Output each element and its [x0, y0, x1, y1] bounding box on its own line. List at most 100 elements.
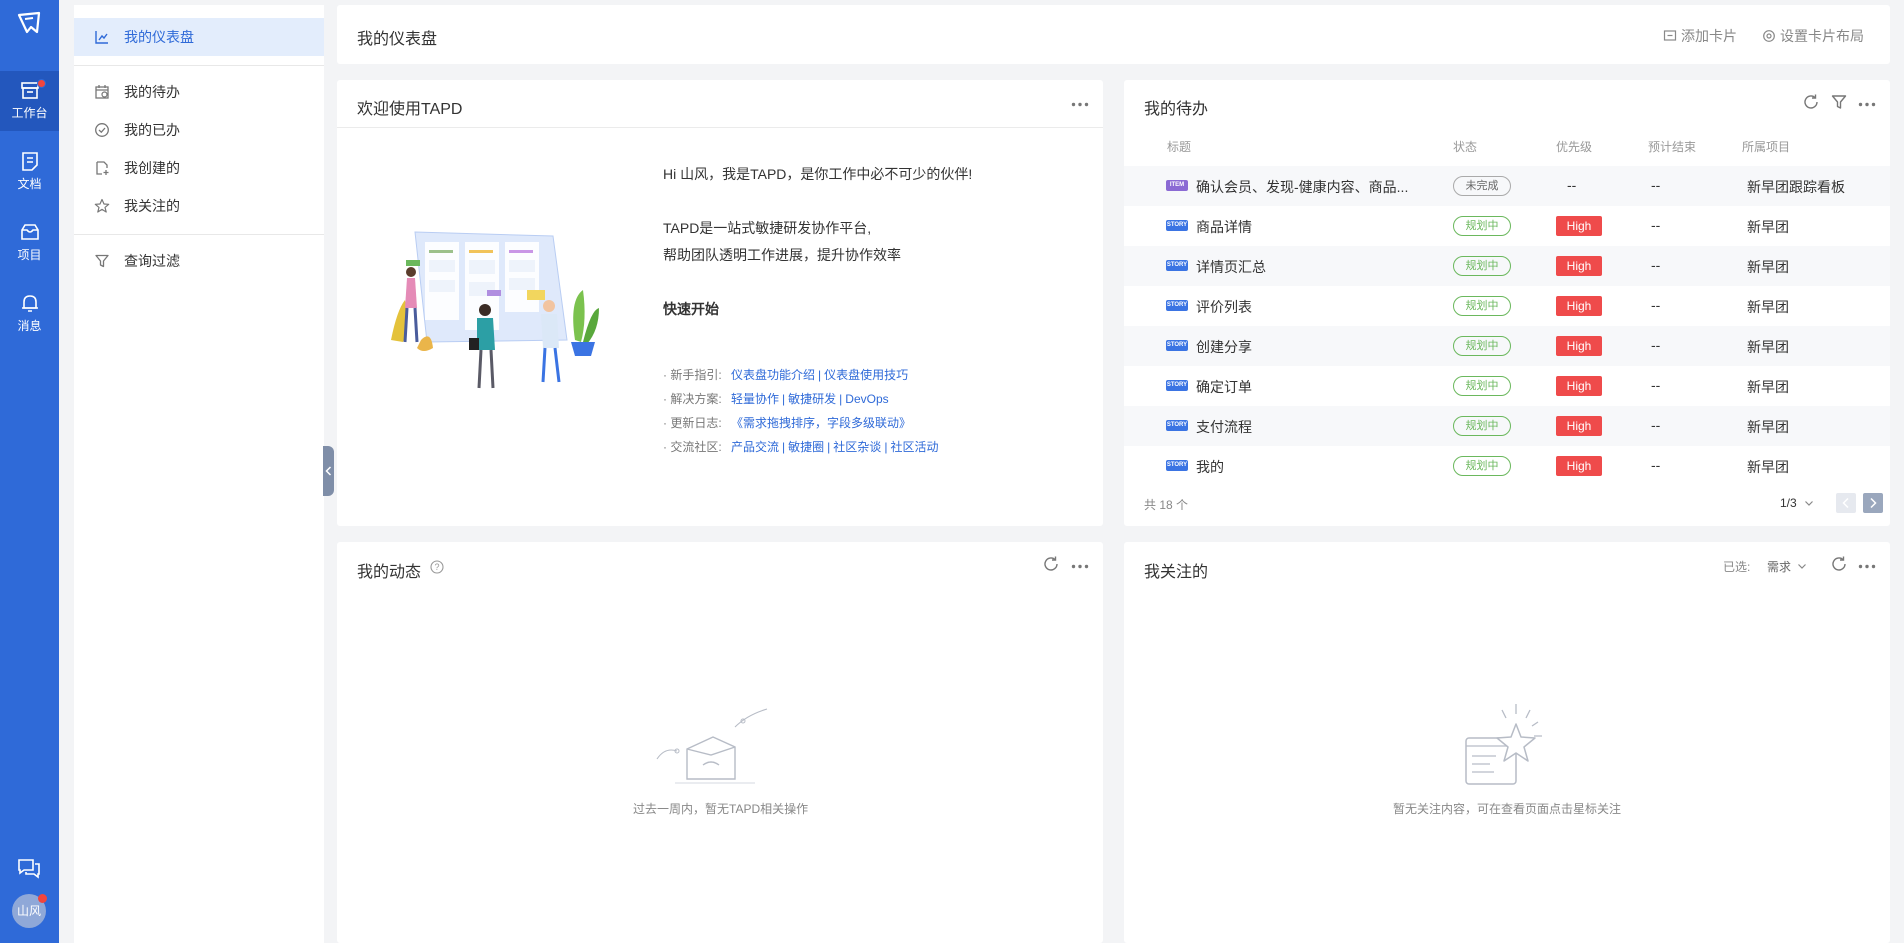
link-community-events[interactable]: 社区活动: [890, 440, 938, 454]
chevron-down-icon: [1805, 501, 1813, 506]
priority-badge: High: [1556, 376, 1602, 396]
link-changelog[interactable]: 《需求拖拽排序，字段多级联动》: [731, 416, 911, 430]
end-date: --: [1651, 377, 1661, 393]
link-dashboard-tips[interactable]: 仪表盘使用技巧: [824, 368, 908, 382]
status-badge: 规划中: [1453, 296, 1511, 316]
check-circle-icon: [95, 123, 109, 137]
status-badge: 未完成: [1453, 176, 1511, 196]
create-doc-icon: [96, 161, 109, 175]
activity-empty-text: 过去一周内，暂无TAPD相关操作: [633, 802, 809, 816]
link-devops[interactable]: DevOps: [845, 392, 888, 406]
chevron-left-icon: [1842, 497, 1849, 509]
welcome-greeting: Hi 山风，我是TAPD，是你工作中必不可少的伙伴!: [663, 166, 973, 182]
card-layout-button[interactable]: 设置卡片布局: [1762, 26, 1864, 46]
nav-workbench[interactable]: 工作台: [0, 71, 59, 131]
user-avatar[interactable]: 山风: [12, 894, 47, 928]
welcome-card-title: 欢迎使用TAPD: [357, 101, 463, 118]
todo-row[interactable]: ITEM 确认会员、发现-健康内容、商品... 未完成 -- -- 新早团跟踪看…: [1124, 166, 1890, 206]
empty-box-illustration: [656, 708, 768, 784]
story-tag: STORY: [1166, 260, 1188, 271]
dashboard-chart-icon: [95, 31, 108, 44]
story-tag: STORY: [1166, 380, 1188, 391]
more-icon[interactable]: [1858, 564, 1876, 569]
project-name: 新早团: [1747, 259, 1789, 275]
card-layout-label: 设置卡片布局: [1780, 28, 1864, 44]
story-tag: STORY: [1166, 340, 1188, 351]
link-dashboard-intro[interactable]: 仪表盘功能介绍: [731, 368, 815, 382]
menu-divider: [74, 234, 324, 235]
priority-value: --: [1567, 177, 1577, 193]
quick-link-row-changelog: · 更新日志: 《需求拖拽排序，字段多级联动》: [663, 414, 911, 431]
refresh-icon[interactable]: [1802, 93, 1820, 111]
menu-item-following[interactable]: 我关注的: [74, 187, 324, 225]
todo-row[interactable]: STORY 支付流程 规划中 High -- 新早团: [1124, 406, 1890, 446]
type-select-value: 需求: [1767, 560, 1792, 574]
nav-docs-label: 文档: [17, 177, 42, 191]
todo-title: 确认会员、发现-健康内容、商品...: [1196, 179, 1409, 195]
priority-badge: High: [1556, 216, 1602, 236]
quick-link-prefix: · 交流社区:: [663, 440, 722, 454]
project-name: 新早团: [1747, 339, 1789, 355]
welcome-card: 欢迎使用TAPD Hi 山风，我是TAPD，是你工作中必不可少的伙伴! TAPD…: [337, 80, 1103, 526]
type-select[interactable]: 需求: [1767, 558, 1807, 575]
project-name: 新早团: [1747, 379, 1789, 395]
link-agile-circle[interactable]: 敏捷圈: [788, 440, 824, 454]
todo-title: 支付流程: [1196, 419, 1252, 435]
story-tag: STORY: [1166, 220, 1188, 231]
following-card-title: 我关注的: [1144, 564, 1209, 581]
todo-row[interactable]: STORY 评价列表 规划中 High -- 新早团: [1124, 286, 1890, 326]
more-icon[interactable]: [1071, 102, 1089, 107]
help-icon[interactable]: ?: [430, 560, 444, 574]
tapd-logo-icon[interactable]: [16, 10, 42, 36]
refresh-icon[interactable]: [1830, 555, 1848, 573]
todo-row[interactable]: STORY 我的 规划中 High -- 新早团: [1124, 446, 1890, 486]
filter-icon[interactable]: [1830, 93, 1848, 111]
nav-messages-label: 消息: [17, 319, 42, 333]
menu-item-todo[interactable]: 我的待办: [74, 73, 324, 111]
priority-badge: High: [1556, 456, 1602, 476]
more-icon[interactable]: [1858, 102, 1876, 107]
link-product-talk[interactable]: 产品交流: [731, 440, 779, 454]
welcome-intro-line1: TAPD是一站式敏捷研发协作平台,: [663, 220, 872, 236]
link-agile-dev[interactable]: 敏捷研发: [788, 392, 836, 406]
menu-item-label: 我关注的: [124, 198, 180, 214]
document-icon: [21, 152, 38, 171]
project-name: 新早团: [1747, 219, 1789, 235]
notification-badge: [37, 79, 46, 88]
link-separator: |: [818, 368, 822, 382]
menu-item-dashboard[interactable]: 我的仪表盘: [74, 18, 324, 56]
following-card: 我关注的 已选: 需求 暂无关注内容，可在查看页面点击星标关注: [1124, 542, 1890, 943]
card-header-divider: [337, 127, 1103, 128]
menu-item-filter[interactable]: 查询过滤: [74, 242, 324, 280]
add-card-label: 添加卡片: [1681, 28, 1737, 44]
nav-project[interactable]: 项目: [0, 213, 59, 273]
link-separator: |: [884, 440, 888, 454]
more-icon[interactable]: [1071, 564, 1089, 569]
menu-item-done[interactable]: 我的已办: [74, 111, 324, 149]
prev-page-button[interactable]: [1836, 493, 1856, 513]
todo-card: 我的待办 标题 状态 优先级 预计结束 所属项目 ITEM 确认会员、发现-健康…: [1124, 80, 1890, 526]
page-selector[interactable]: 1/3: [1780, 496, 1814, 510]
todo-row[interactable]: STORY 详情页汇总 规划中 High -- 新早团: [1124, 246, 1890, 286]
quick-link-prefix: · 更新日志:: [663, 416, 722, 430]
todo-calendar-icon: [95, 85, 109, 99]
menu-item-created[interactable]: 我创建的: [74, 149, 324, 187]
refresh-icon[interactable]: [1042, 555, 1060, 573]
menu-item-label: 我创建的: [124, 160, 180, 176]
todo-row[interactable]: STORY 确定订单 规划中 High -- 新早团: [1124, 366, 1890, 406]
todo-title: 详情页汇总: [1196, 259, 1266, 275]
side-menu: 我的仪表盘 我的待办 我的已办 我创建的 我关注的 查询过滤: [74, 5, 324, 943]
end-date: --: [1651, 297, 1661, 313]
link-community-chat[interactable]: 社区杂谈: [833, 440, 881, 454]
nav-messages[interactable]: 消息: [0, 284, 59, 344]
chat-icon[interactable]: [16, 855, 42, 881]
add-card-button[interactable]: 添加卡片: [1663, 26, 1737, 46]
quick-link-prefix: · 解决方案:: [663, 392, 722, 406]
svg-text:?: ?: [434, 562, 439, 572]
link-light-collab[interactable]: 轻量协作: [731, 392, 779, 406]
collapse-sidebar-handle[interactable]: [323, 446, 334, 496]
nav-docs[interactable]: 文档: [0, 142, 59, 202]
todo-row[interactable]: STORY 商品详情 规划中 High -- 新早团: [1124, 206, 1890, 246]
todo-row[interactable]: STORY 创建分享 规划中 High -- 新早团: [1124, 326, 1890, 366]
next-page-button[interactable]: [1863, 493, 1883, 513]
